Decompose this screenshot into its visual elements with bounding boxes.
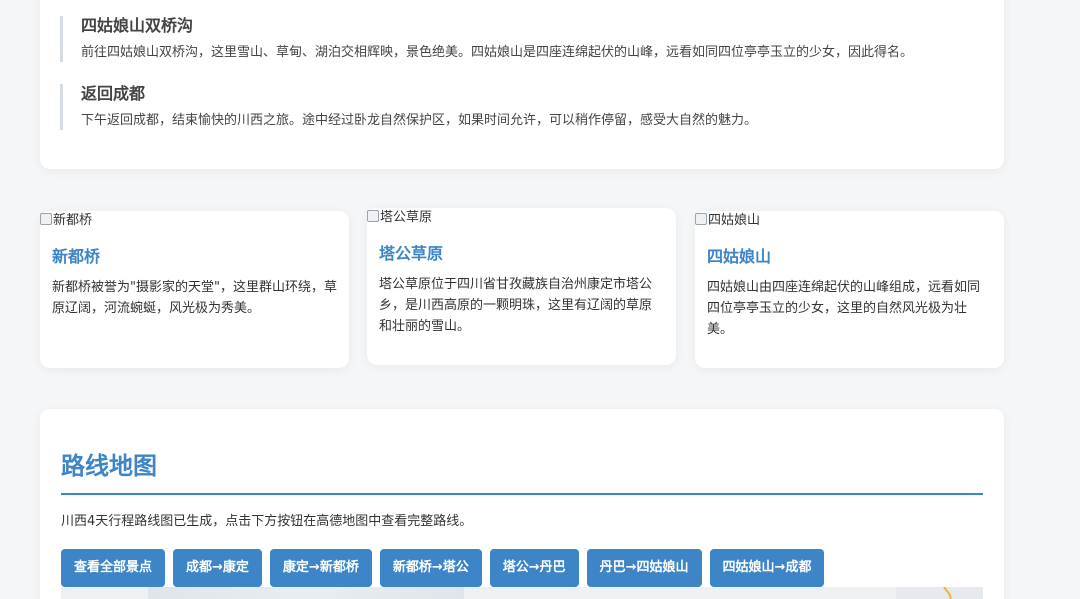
- route-map-card: 路线地图 川西4天行程路线图已生成，点击下方按钮在高德地图中查看完整路线。 查看…: [40, 409, 1004, 599]
- map-overview: [896, 587, 983, 599]
- route-chengdu-kangding-button[interactable]: 成都→康定: [173, 549, 262, 587]
- spot-title: 塔公草原: [379, 244, 444, 263]
- itinerary-stop-shuangqiaogou: 四姑娘山双桥沟 前往四姑娘山双桥沟，这里雪山、草甸、湖泊交相辉映，景色绝美。四姑…: [60, 16, 913, 62]
- spot-image-broken: 新都桥: [40, 211, 349, 231]
- route-map-description: 川西4天行程路线图已生成，点击下方按钮在高德地图中查看完整路线。: [61, 514, 473, 529]
- spot-image-alt: 塔公草原: [380, 210, 433, 225]
- spot-card-siguniangshan[interactable]: 四姑娘山 四姑娘山 四姑娘山由四座连绵起伏的山峰组成，远看如同四位亭亭玉立的少女…: [695, 211, 1004, 368]
- route-map-canvas[interactable]: [61, 587, 983, 599]
- spot-title: 四姑娘山: [707, 247, 772, 266]
- broken-image-icon: [695, 213, 707, 225]
- spot-image-broken: 四姑娘山: [695, 211, 1004, 231]
- stop-title: 四姑娘山双桥沟: [81, 16, 194, 35]
- broken-image-icon: [40, 213, 52, 225]
- route-kangding-xinduqiao-button[interactable]: 康定→新都桥: [269, 549, 372, 587]
- broken-image-icon: [367, 210, 379, 222]
- stop-description: 前往四姑娘山双桥沟，这里雪山、草甸、湖泊交相辉映，景色绝美。四姑娘山是四座连绵起…: [81, 45, 914, 60]
- view-all-spots-button[interactable]: 查看全部景点: [61, 549, 166, 587]
- route-xinduqiao-tagong-button[interactable]: 新都桥→塔公: [379, 549, 482, 587]
- spot-image-alt: 四姑娘山: [708, 213, 761, 228]
- route-siguniangshan-chengdu-button[interactable]: 四姑娘山→成都: [709, 549, 825, 587]
- spot-image-alt: 新都桥: [53, 213, 93, 228]
- spot-description: 新都桥被誉为"摄影家的天堂"，这里群山环绕，草原辽阔，河流蜿蜒，风光极为秀美。: [52, 280, 337, 316]
- title-divider: [61, 493, 983, 495]
- stop-title: 返回成都: [81, 84, 146, 103]
- spot-description: 四姑娘山由四座连绵起伏的山峰组成，远看如同四位亭亭玉立的少女，这里的自然风光极为…: [707, 280, 981, 337]
- route-map-title: 路线地图: [61, 452, 157, 480]
- spot-card-xinduqiao[interactable]: 新都桥 新都桥 新都桥被誉为"摄影家的天堂"，这里群山环绕，草原辽阔，河流蜿蜒，…: [40, 211, 349, 368]
- spot-card-tagong[interactable]: 塔公草原 塔公草原 塔公草原位于四川省甘孜藏族自治州康定市塔公乡，是川西高原的一…: [367, 208, 676, 365]
- route-line-icon: [943, 587, 952, 599]
- itinerary-stop-return-chengdu: 返回成都 下午返回成都，结束愉快的川西之旅。途中经过卧龙自然保护区，如果时间允许…: [60, 84, 757, 130]
- spot-title: 新都桥: [52, 247, 101, 266]
- stop-description: 下午返回成都，结束愉快的川西之旅。途中经过卧龙自然保护区，如果时间允许，可以稍作…: [81, 113, 758, 128]
- route-button-bar: 查看全部景点 成都→康定 康定→新都桥 新都桥→塔公 塔公→丹巴 丹巴→四姑娘山…: [61, 549, 825, 587]
- route-tagong-danba-button[interactable]: 塔公→丹巴: [489, 549, 579, 587]
- spot-description: 塔公草原位于四川省甘孜藏族自治州康定市塔公乡，是川西高原的一颗明珠，这里有辽阔的…: [379, 277, 653, 334]
- itinerary-card: 四姑娘山双桥沟 前往四姑娘山双桥沟，这里雪山、草甸、湖泊交相辉映，景色绝美。四姑…: [40, 0, 1004, 169]
- route-danba-siguniangshan-button[interactable]: 丹巴→四姑娘山: [586, 549, 702, 587]
- map-tile: [148, 587, 464, 599]
- spot-image-broken: 塔公草原: [367, 208, 676, 228]
